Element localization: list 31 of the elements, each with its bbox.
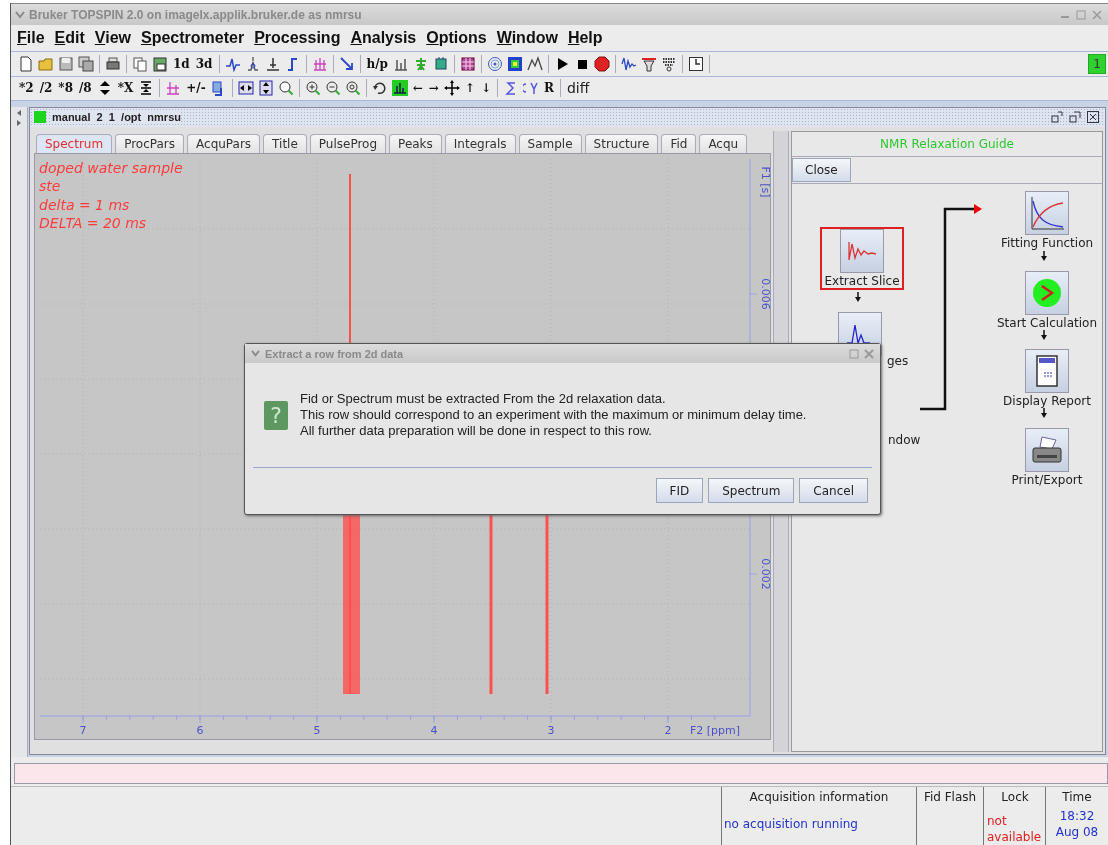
dialog-message: This row should correspond to an experiment with the maximum or minimum delay time. (300, 407, 807, 423)
axis-tick-label: 6 (196, 723, 204, 737)
panel-title: NMR Relaxation Guide (792, 131, 1102, 157)
clock-date: Aug 08 (1055, 824, 1099, 840)
axis-tick-label: 4 (430, 723, 438, 737)
dialog-message: Fid or Spectrum must be extracted From the 2d relaxation data. (300, 391, 667, 407)
axis-title: F1 [s] (759, 166, 770, 198)
axis-tick-label: 7 (79, 723, 87, 737)
axis-tick-label: 0.006 (759, 277, 770, 310)
window-title: Bruker TOPSPIN 2.0 on imagelx.applik.bruker.de as nmrsu (29, 7, 362, 22)
axis-tick-label: 5 (313, 723, 321, 737)
clock-time: 18:32 (1059, 808, 1095, 824)
status-label: Time (1062, 790, 1092, 804)
axis-tick-label: 2 (664, 723, 672, 737)
status-label: Acquisition information (749, 790, 889, 804)
spectrum-annotation: delta = 1 ms (39, 195, 131, 215)
axis-title: F2 [ppm] (689, 723, 740, 737)
question-icon: ? (264, 400, 288, 430)
status-value: no acquisition running (723, 816, 858, 832)
status-label: Lock (1001, 790, 1029, 804)
axis-tick-label: 0.002 (759, 557, 770, 590)
spectrum-annotation: DELTA = 20 ms (39, 214, 148, 233)
status-label: Fid Flash (923, 790, 977, 804)
spectrum-annotation: ste (39, 177, 62, 196)
dialog-message: All further data preparation will be done in respect to this row. (300, 423, 653, 439)
spectrum-annotation: doped water sample (39, 158, 183, 178)
data-window-title: manual 2 1 /opt nmrsu (52, 111, 181, 124)
status-indicator: 1 (1088, 53, 1106, 74)
dialog-title: Extract a row from 2d data (265, 347, 404, 360)
status-value: not available (986, 813, 1043, 845)
axis-tick-label: 3 (547, 723, 555, 737)
